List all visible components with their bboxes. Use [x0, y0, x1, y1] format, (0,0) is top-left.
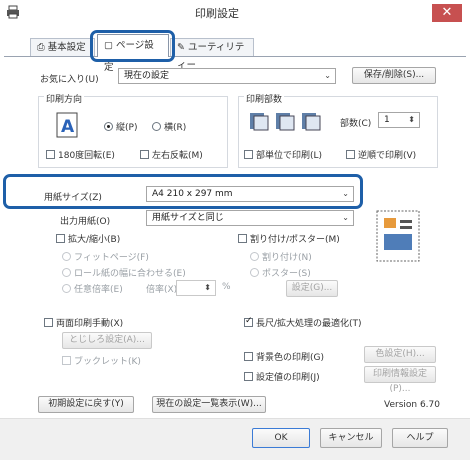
binding-margin-button[interactable]: とじしろ設定(A)... [62, 332, 152, 349]
roll-fit-radio[interactable] [62, 268, 71, 277]
color-settings-button[interactable]: 色設定(H)... [364, 346, 436, 363]
collate-label: 部単位で印刷(L) [256, 151, 323, 161]
svg-text:A: A [61, 117, 75, 137]
tab-utility-label: ユーティリティー [177, 42, 245, 71]
long-page-optimize-label: 長尺/拡大処理の最適化(T) [256, 319, 362, 329]
landscape-label: 横(R) [164, 123, 187, 133]
spinner-icon: ⬍ [408, 115, 415, 124]
roll-fit-label: ロール紙の幅に合わせる(E) [74, 269, 186, 279]
favorites-label: お気に入り(U) [40, 75, 99, 85]
long-page-optimize-checkbox[interactable] [244, 316, 253, 327]
booklet-label: ブックレット(K) [74, 357, 141, 367]
print-info-settings-button[interactable]: 印刷情報設定(P)... [364, 366, 436, 394]
background-color-label: 背景色の印刷(G) [256, 353, 324, 363]
paper-size-highlight-frame [3, 174, 363, 209]
custom-ratio-radio[interactable] [62, 284, 71, 293]
rotate-180-checkbox[interactable] [46, 150, 55, 159]
window-title: 印刷設定 [195, 7, 239, 20]
poster-label: ポスター(S) [262, 269, 311, 279]
tab-highlight-frame [90, 30, 175, 62]
tab-basic-label: 基本設定 [47, 42, 86, 53]
ok-button[interactable]: OK [252, 428, 310, 448]
chevron-down-icon: ⌄ [342, 213, 349, 222]
copies-value: 1 [384, 115, 390, 125]
copies-group-label: 印刷部数 [244, 92, 285, 105]
ratio-input[interactable]: ⬍ [176, 280, 216, 296]
reset-defaults-button[interactable]: 初期設定に戻す(Y) [38, 396, 134, 413]
copies-label: 部数(C) [340, 119, 372, 129]
fit-page-label: フィットページ(F) [74, 253, 149, 263]
layout-settings-button[interactable]: 設定(G)... [286, 280, 338, 297]
multipage-label: 割り付け/ポスター(M) [250, 235, 340, 245]
mirror-checkbox[interactable] [140, 150, 149, 159]
title-bar: 印刷設定 ✕ [0, 0, 470, 24]
enlarge-reduce-label: 拡大/縮小(B) [68, 235, 121, 245]
booklet-checkbox[interactable] [62, 356, 71, 365]
spinner-icon: ⬍ [204, 283, 211, 292]
custom-ratio-label: 任意倍率(E) [74, 285, 123, 295]
page-preview-icon [376, 210, 420, 262]
fit-page-radio[interactable] [62, 252, 71, 261]
output-paper-value: 用紙サイズと同じ [152, 213, 224, 223]
copies-input[interactable]: 1 ⬍ [378, 112, 420, 128]
portrait-page-icon: A [56, 112, 78, 138]
manual-duplex-label: 両面印刷手動(X) [56, 319, 124, 329]
enlarge-reduce-checkbox[interactable] [56, 234, 65, 243]
save-delete-button[interactable]: 保存/削除(S)... [352, 67, 436, 84]
portrait-radio[interactable] [104, 122, 113, 131]
tab-utility[interactable]: ✎ ユーティリティー [170, 38, 254, 71]
tab-basic[interactable]: ⎙ 基本設定 [30, 38, 95, 56]
favorites-select[interactable]: 現在の設定 ⌄ [118, 68, 336, 84]
chevron-down-icon: ⌄ [324, 71, 331, 80]
manual-duplex-checkbox[interactable] [44, 318, 53, 327]
show-current-settings-button[interactable]: 現在の設定一覧表示(W)... [152, 396, 266, 413]
collate-checkbox[interactable] [244, 150, 253, 159]
reverse-order-checkbox[interactable] [346, 150, 355, 159]
multipage-checkbox[interactable] [238, 234, 247, 243]
landscape-radio[interactable] [152, 122, 161, 131]
portrait-label: 縦(P) [116, 123, 138, 133]
print-info-checkbox[interactable] [244, 372, 253, 381]
version-text: Version 6.70 [384, 400, 440, 410]
favorites-value: 現在の設定 [124, 71, 170, 81]
printer-app-icon [7, 5, 19, 19]
help-button[interactable]: ヘルプ [392, 428, 448, 448]
rotate-180-label: 180度回転(E) [58, 151, 115, 161]
cancel-button[interactable]: キャンセル [320, 428, 382, 448]
nup-label: 割り付け(N) [262, 253, 312, 263]
nup-radio[interactable] [250, 252, 259, 261]
collate-pages-icon [250, 113, 321, 131]
print-settings-dialog: 印刷設定 ✕ ⎙ 基本設定 ▢ ページ設定 ✎ ユーティリティー お気に入り(U… [0, 0, 470, 460]
output-paper-label: 出力用紙(O) [60, 217, 111, 227]
output-paper-select[interactable]: 用紙サイズと同じ ⌄ [146, 210, 354, 226]
print-info-label: 設定値の印刷(J) [256, 373, 320, 383]
ratio-label: 倍率(X) [146, 285, 178, 295]
tools-icon: ✎ [177, 42, 188, 53]
poster-radio[interactable] [250, 268, 259, 277]
ratio-unit: % [222, 282, 231, 292]
orientation-group-label: 印刷方向 [44, 92, 85, 105]
printer-icon: ⎙ [37, 42, 48, 53]
reverse-order-label: 逆順で印刷(V) [358, 151, 417, 161]
close-button[interactable]: ✕ [432, 4, 462, 22]
mirror-label: 左右反転(M) [152, 151, 203, 161]
background-color-checkbox[interactable] [244, 352, 253, 361]
